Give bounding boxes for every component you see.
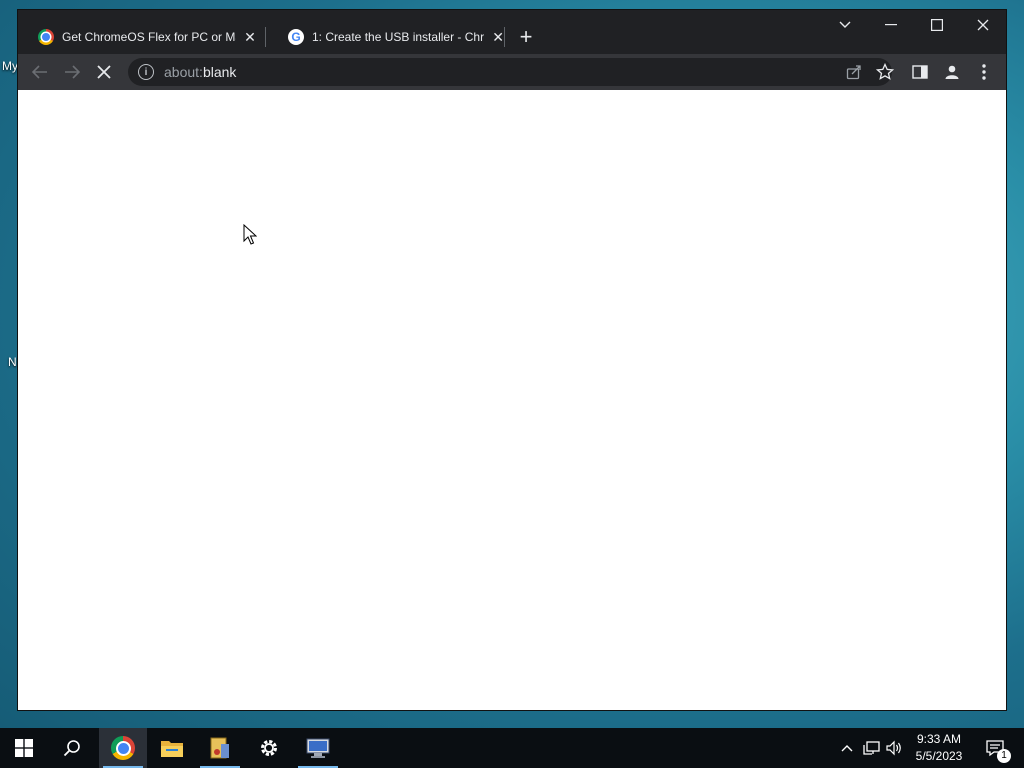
- network-icon: [863, 741, 880, 755]
- tab-strip: Get ChromeOS Flex for PC or Ma ✕ G 1: Cr…: [18, 10, 1006, 54]
- browser-window: Get ChromeOS Flex for PC or Ma ✕ G 1: Cr…: [18, 10, 1006, 710]
- google-g-icon: G: [288, 29, 304, 45]
- chrome-logo-icon: [111, 736, 135, 760]
- search-button[interactable]: [48, 728, 96, 768]
- tab-create-usb-installer[interactable]: G 1: Create the USB installer - Chro ✕: [268, 20, 506, 54]
- taskbar-file-explorer[interactable]: [148, 728, 196, 768]
- taskbar-chrome[interactable]: [99, 728, 147, 768]
- maximize-button[interactable]: [914, 10, 960, 40]
- chevron-up-icon: [841, 745, 853, 752]
- tab-chromeos-flex[interactable]: Get ChromeOS Flex for PC or Ma ✕: [18, 20, 258, 54]
- stop-icon: [97, 65, 111, 79]
- close-window-button[interactable]: [960, 10, 1006, 40]
- url-path: blank: [202, 64, 237, 80]
- desktop-icon-label[interactable]: My: [2, 59, 18, 73]
- address-bar[interactable]: i about:blank: [128, 58, 895, 86]
- minimize-icon: [885, 24, 897, 26]
- new-tab-button[interactable]: +: [504, 20, 548, 54]
- forward-button[interactable]: [60, 60, 84, 84]
- profile-button[interactable]: [940, 60, 964, 84]
- browser-toolbar: i about:blank: [18, 54, 1006, 90]
- clock-time: 9:33 AM: [916, 732, 962, 746]
- tab-title: Get ChromeOS Flex for PC or Ma: [62, 30, 236, 44]
- notification-count-badge: 1: [997, 749, 1011, 763]
- url-scheme: about:: [164, 64, 203, 80]
- taskbar: 9:33 AM 5/5/2023 1: [0, 728, 1024, 768]
- tab-separator: [265, 27, 266, 47]
- network-computer-icon: [306, 738, 330, 758]
- chevron-down-icon: [839, 21, 851, 28]
- star-icon[interactable]: [875, 62, 895, 86]
- close-icon: [977, 19, 989, 31]
- mouse-cursor-icon: [243, 224, 257, 245]
- page-content[interactable]: [18, 90, 1006, 710]
- show-hidden-icons-button[interactable]: [838, 728, 856, 768]
- taskbar-settings[interactable]: [245, 728, 293, 768]
- stop-button[interactable]: [92, 60, 116, 84]
- chrome-logo-icon: [38, 29, 54, 45]
- speaker-icon: [886, 740, 901, 756]
- folder-icon: [161, 741, 183, 757]
- profile-icon: [945, 65, 959, 79]
- share-icon[interactable]: [846, 64, 862, 85]
- gear-icon: [261, 740, 277, 756]
- taskbar-remote[interactable]: [294, 728, 342, 768]
- tab-search-button[interactable]: [822, 10, 868, 40]
- url-text[interactable]: about:blank: [164, 64, 236, 80]
- volume-tray-button[interactable]: [884, 728, 904, 768]
- search-icon: [63, 740, 80, 757]
- clock-date: 5/5/2023: [915, 749, 963, 763]
- start-button[interactable]: [0, 728, 48, 768]
- info-icon[interactable]: i: [138, 64, 154, 80]
- action-center-button[interactable]: 1: [980, 728, 1011, 768]
- desktop-icon-label[interactable]: N: [8, 355, 17, 369]
- chrome-menu-button[interactable]: [972, 60, 996, 84]
- minimize-button[interactable]: [868, 10, 914, 40]
- network-tray-button[interactable]: [862, 728, 882, 768]
- side-panel-icon: [912, 65, 928, 79]
- taskbar-app[interactable]: [196, 728, 244, 768]
- side-panel-button[interactable]: [908, 60, 932, 84]
- windows-logo-icon: [15, 739, 33, 757]
- back-button[interactable]: [28, 60, 52, 84]
- app-icon: [210, 737, 229, 759]
- tab-close-icon[interactable]: ✕: [242, 29, 258, 46]
- tab-title: 1: Create the USB installer - Chro: [312, 30, 485, 44]
- kebab-menu-icon: [982, 64, 986, 80]
- forward-arrow-icon: [65, 65, 80, 79]
- clock[interactable]: 9:33 AM 5/5/2023: [904, 731, 974, 765]
- back-arrow-icon: [32, 65, 47, 79]
- maximize-icon: [931, 19, 943, 31]
